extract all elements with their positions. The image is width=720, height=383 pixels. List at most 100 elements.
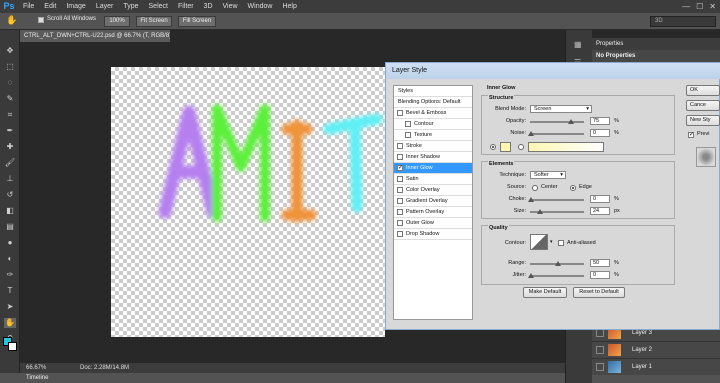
effect-pattern-overlay[interactable]: Pattern Overlay xyxy=(394,207,472,218)
minimize-icon[interactable]: — xyxy=(682,2,690,11)
effect-checkbox[interactable] xyxy=(397,154,403,160)
pen-tool-icon[interactable]: ✑ xyxy=(4,270,16,280)
path-select-icon[interactable]: ➤ xyxy=(4,302,16,312)
glow-color-swatch[interactable] xyxy=(500,142,511,152)
slider-knob[interactable] xyxy=(568,119,574,124)
noise-slider[interactable] xyxy=(528,131,584,136)
technique-select[interactable]: Softer ▾ xyxy=(530,171,566,179)
effect-checkbox[interactable] xyxy=(405,132,411,138)
source-center-radio[interactable] xyxy=(532,185,538,191)
cancel-button[interactable]: Cance xyxy=(686,100,720,111)
close-icon[interactable]: ✕ xyxy=(709,2,716,11)
dialog-title[interactable]: Layer Style xyxy=(386,63,720,79)
brush-tool-icon[interactable]: 🖌 xyxy=(4,158,16,168)
visibility-icon[interactable] xyxy=(596,363,604,371)
effect-inner-glow[interactable]: ✓ Inner Glow xyxy=(394,163,472,174)
crop-tool-icon[interactable]: ⌗ xyxy=(4,110,16,120)
source-edge-radio[interactable] xyxy=(570,185,576,191)
marquee-tool-icon[interactable]: ⬚ xyxy=(4,62,16,72)
menu-select[interactable]: Select xyxy=(144,0,173,13)
eyedropper-tool-icon[interactable]: ✒ xyxy=(4,126,16,136)
slider-knob[interactable] xyxy=(528,197,534,202)
menu-filter[interactable]: Filter xyxy=(173,0,199,13)
jitter-slider[interactable] xyxy=(528,273,584,278)
slider-knob[interactable] xyxy=(528,273,534,278)
anti-aliased-checkbox[interactable] xyxy=(558,240,564,246)
effect-bevel-emboss[interactable]: Bevel & Emboss xyxy=(394,108,472,119)
styles-header[interactable]: Styles xyxy=(394,86,472,97)
blur-tool-icon[interactable]: ● xyxy=(4,238,16,248)
slider-knob[interactable] xyxy=(528,131,534,136)
ok-button[interactable]: OK xyxy=(686,85,720,96)
blending-options[interactable]: Blending Options: Default xyxy=(394,97,472,108)
background-color-swatch[interactable] xyxy=(8,342,17,351)
lasso-tool-icon[interactable]: ◌ xyxy=(4,78,16,88)
blend-mode-select[interactable]: Screen ▾ xyxy=(530,105,592,113)
move-tool-icon[interactable]: ✥ xyxy=(4,46,16,56)
scroll-all-checkbox[interactable] xyxy=(38,17,44,23)
effect-gradient-overlay[interactable]: Gradient Overlay xyxy=(394,196,472,207)
gradient-radio[interactable] xyxy=(518,144,524,150)
size-slider[interactable] xyxy=(530,209,584,214)
layer-row[interactable]: Layer 2 xyxy=(592,341,720,358)
range-field[interactable]: 50 xyxy=(590,259,610,267)
history-panel-icon[interactable]: ▦ xyxy=(574,40,582,49)
menu-help[interactable]: Help xyxy=(277,0,301,13)
fill-screen-button[interactable]: Fill Screen xyxy=(178,16,216,27)
effect-checkbox[interactable] xyxy=(397,209,403,215)
effect-contour[interactable]: Contour xyxy=(394,119,472,130)
effect-checkbox[interactable] xyxy=(397,198,403,204)
menu-image[interactable]: Image xyxy=(61,0,90,13)
effect-inner-shadow[interactable]: Inner Shadow xyxy=(394,152,472,163)
timeline-tab[interactable]: Timeline xyxy=(0,373,565,383)
menu-layer[interactable]: Layer xyxy=(91,0,119,13)
type-tool-icon[interactable]: T xyxy=(4,286,16,296)
workspace-select[interactable]: 3D xyxy=(650,16,716,27)
jitter-field[interactable]: 0 xyxy=(590,271,610,279)
effect-checkbox[interactable] xyxy=(405,121,411,127)
effect-texture[interactable]: Texture xyxy=(394,130,472,141)
effect-color-overlay[interactable]: Color Overlay xyxy=(394,185,472,196)
slider-knob[interactable] xyxy=(555,261,561,266)
layer-row[interactable]: Layer 1 xyxy=(592,358,720,375)
visibility-icon[interactable] xyxy=(596,346,604,354)
document-canvas[interactable] xyxy=(111,67,385,337)
zoom-readout[interactable]: 66.67% xyxy=(26,363,46,373)
new-style-button[interactable]: New Sty xyxy=(686,115,720,126)
menu-file[interactable]: File xyxy=(18,0,39,13)
menu-window[interactable]: Window xyxy=(243,0,278,13)
gradient-tool-icon[interactable]: ▤ xyxy=(4,222,16,232)
eraser-tool-icon[interactable]: ◧ xyxy=(4,206,16,216)
history-brush-icon[interactable]: ↺ xyxy=(4,190,16,200)
contour-preview[interactable] xyxy=(530,234,548,250)
effect-drop-shadow[interactable]: Drop Shadow xyxy=(394,229,472,240)
noise-field[interactable]: 0 xyxy=(590,129,610,137)
effect-checkbox[interactable] xyxy=(397,176,403,182)
range-slider[interactable] xyxy=(530,261,584,266)
quick-select-tool-icon[interactable]: ✎ xyxy=(4,94,16,104)
effect-checkbox[interactable] xyxy=(397,220,403,226)
opacity-field[interactable]: 75 xyxy=(590,117,610,125)
effect-checkbox[interactable] xyxy=(397,110,403,116)
menu-3d[interactable]: 3D xyxy=(199,0,218,13)
choke-slider[interactable] xyxy=(528,197,584,202)
hand-tool-icon[interactable]: ✋ xyxy=(4,318,16,328)
dodge-tool-icon[interactable]: ◐ xyxy=(4,254,16,264)
zoom-100-button[interactable]: 100% xyxy=(104,16,130,27)
chevron-down-icon[interactable]: ▾ xyxy=(550,239,553,245)
size-field[interactable]: 24 xyxy=(590,207,610,215)
menu-view[interactable]: View xyxy=(218,0,243,13)
slider-knob[interactable] xyxy=(537,209,543,214)
choke-field[interactable]: 0 xyxy=(590,195,610,203)
effect-satin[interactable]: Satin xyxy=(394,174,472,185)
effect-checkbox[interactable] xyxy=(397,143,403,149)
gradient-picker[interactable] xyxy=(528,142,604,152)
opacity-slider[interactable] xyxy=(530,119,584,124)
menu-edit[interactable]: Edit xyxy=(39,0,61,13)
effect-checkbox[interactable] xyxy=(397,231,403,237)
document-tab[interactable]: CTRL_ALT_DWN+CTRL-U22.psd @ 66.7% (T, RG… xyxy=(20,30,170,42)
effect-outer-glow[interactable]: Outer Glow xyxy=(394,218,472,229)
visibility-icon[interactable] xyxy=(596,329,604,337)
maximize-icon[interactable]: ☐ xyxy=(696,2,703,11)
preview-checkbox[interactable]: ✓ xyxy=(688,132,694,138)
